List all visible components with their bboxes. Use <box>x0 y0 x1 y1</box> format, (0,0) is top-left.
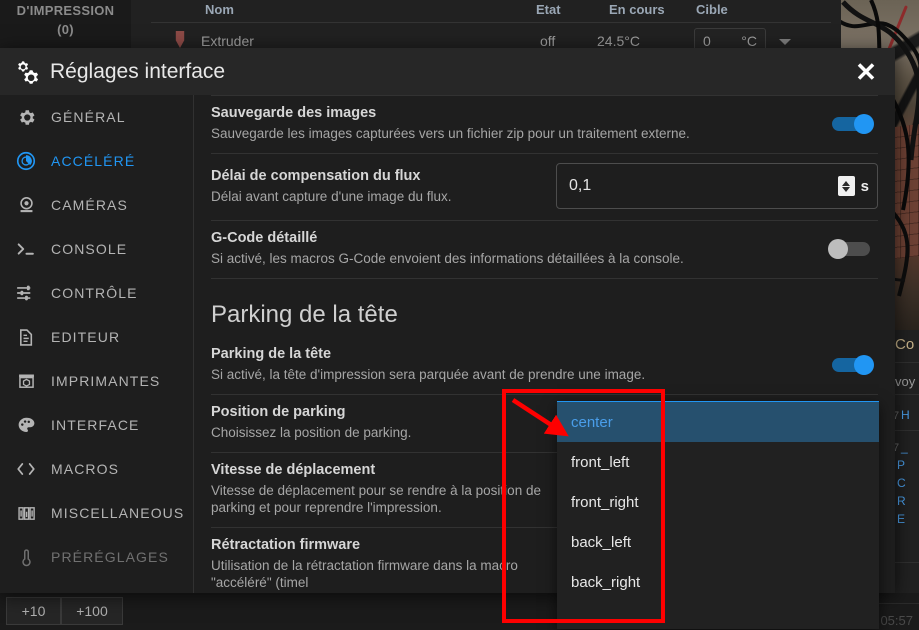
setting-desc: Si activé, les macros G-Code envoient de… <box>211 251 684 266</box>
dialog-header: Réglages interface ✕ <box>0 48 895 95</box>
screen: D'IMPRESSION (0) Nom Etat En cours Cible… <box>0 0 919 630</box>
console-header-fragment: Co <box>895 336 915 353</box>
close-icon[interactable]: ✕ <box>853 59 879 85</box>
table-header-cible: Cible <box>696 2 728 17</box>
sidebar-item-console[interactable]: CONSOLE <box>0 227 193 271</box>
table-cell-state: off <box>540 33 556 49</box>
sidebar-item-interface[interactable]: INTERFACE <box>0 403 193 447</box>
console-msg-4: C <box>897 476 906 490</box>
code-brackets-icon <box>14 457 38 481</box>
target-value: 0 <box>703 33 711 49</box>
section-title-parking: Parking de la tête <box>211 301 398 328</box>
sidebar-label-interface: INTERFACE <box>51 417 140 433</box>
setting-desc: Utilisation de la rétractation firmware … <box>211 558 518 590</box>
clock-label: 05:57 <box>880 613 913 628</box>
toggle-save-images[interactable] <box>828 113 878 134</box>
console-msg-1: H <box>901 408 910 422</box>
setting-desc: Vitesse de déplacement pour se rendre à … <box>211 483 541 515</box>
console-msg-6: E <box>897 512 906 526</box>
sidebar-item-general[interactable]: GÉNÉRAL <box>0 95 193 139</box>
file-edit-icon <box>14 325 38 349</box>
table-header-en-cours: En cours <box>609 2 665 17</box>
sidebar-item-editeur[interactable]: EDITEUR <box>0 315 193 359</box>
setting-desc: Sauvegarde les images capturées vers un … <box>211 126 690 141</box>
sidebar-label-controle: CONTRÔLE <box>51 285 138 301</box>
settings-sidebar: GÉNÉRAL ACCÉLÉRÉ CAMÉRAS CONSOLE CONTRÔL… <box>0 95 194 593</box>
dropdown-option-front-right[interactable]: front_right <box>557 482 879 522</box>
sidebar-label-console: CONSOLE <box>51 241 128 257</box>
table-cell-current: 24.5°C <box>597 33 640 49</box>
setting-title: Position de parking <box>211 404 346 420</box>
sidebar-item-macros[interactable]: MACROS <box>0 447 193 491</box>
toggle-park-head[interactable] <box>828 354 878 375</box>
left-title-line2: (0) <box>57 22 74 37</box>
sidebar-label-editeur: EDITEUR <box>51 329 121 345</box>
dropdown-option-center[interactable]: center <box>557 402 879 442</box>
dropdown-option-back-right[interactable]: back_right <box>557 562 879 602</box>
sidebar-label-miscellaneous: MISCELLANEOUS <box>51 505 185 521</box>
table-header-nom: Nom <box>205 2 234 17</box>
sliders-icon <box>14 281 38 305</box>
sidebar-item-controle[interactable]: CONTRÔLE <box>0 271 193 315</box>
setting-row-park-head: Parking de la tête Si activé, la tête d'… <box>211 337 878 394</box>
thermometer-icon <box>14 545 38 569</box>
gears-icon <box>18 60 39 84</box>
equalizer-icon <box>14 501 38 525</box>
setting-row-save-images: Sauvegarde des images Sauvegarde les ima… <box>211 96 878 153</box>
setting-title: Délai de compensation du flux <box>211 167 421 184</box>
table-cell-name: Extruder <box>201 33 254 49</box>
printer-icon <box>14 369 38 393</box>
extruder-icon <box>175 31 185 48</box>
setting-desc: Si activé, la tête d'impression sera par… <box>211 367 646 382</box>
sidebar-label-prereglages: PRÉRÉGLAGES <box>51 549 169 565</box>
setting-title: Vitesse de déplacement <box>211 462 376 478</box>
background-console-panel: Co voy 7 H 7 _ P C R E <box>893 330 919 630</box>
step-plus-100-button[interactable]: +100 <box>61 597 123 625</box>
sidebar-label-general: GÉNÉRAL <box>51 109 126 125</box>
setting-title: Rétractation firmware <box>211 537 361 553</box>
setting-desc: Choisissez la position de parking. <box>211 425 412 440</box>
console-msg-3: P <box>897 458 906 472</box>
timelapse-icon <box>14 149 38 173</box>
setting-desc: Délai avant capture d'une image du flux. <box>211 188 452 204</box>
sidebar-label-macros: MACROS <box>51 461 120 477</box>
target-unit: °C <box>741 33 757 49</box>
camera-icon <box>14 193 38 217</box>
sidebar-item-accelere[interactable]: ACCÉLÉRÉ <box>0 139 193 183</box>
table-divider <box>151 22 831 23</box>
stream-delay-input[interactable] <box>565 177 838 195</box>
stream-delay-field[interactable]: s <box>556 163 878 209</box>
palette-icon <box>14 413 38 437</box>
terminal-icon <box>14 237 38 261</box>
chevron-down-icon[interactable] <box>779 39 791 45</box>
park-position-dropdown[interactable]: center front_left front_right back_left … <box>557 401 879 629</box>
sidebar-item-miscellaneous[interactable]: MISCELLANEOUS <box>0 491 193 535</box>
toggle-verbose-gcode[interactable] <box>828 238 878 259</box>
stepper-icon[interactable] <box>837 176 855 196</box>
sidebar-label-imprimantes: IMPRIMANTES <box>51 373 161 389</box>
gear-icon <box>14 105 38 129</box>
dropdown-option-front-left[interactable]: front_left <box>557 442 879 482</box>
stream-delay-unit: s <box>860 177 869 195</box>
setting-row-verbose-gcode: G-Code détaillé Si activé, les macros G-… <box>211 221 878 278</box>
dropdown-option-back-left[interactable]: back_left <box>557 522 879 562</box>
sidebar-label-accelere: ACCÉLÉRÉ <box>51 153 136 169</box>
sidebar-item-prereglages[interactable]: PRÉRÉGLAGES <box>0 535 193 579</box>
background-left-panel-title: D'IMPRESSION (0) <box>0 0 131 39</box>
setting-title: Sauvegarde des images <box>211 105 377 121</box>
console-msg-5: R <box>897 494 906 508</box>
console-line-fragment: voy <box>895 374 916 389</box>
setting-title: G-Code détaillé <box>211 230 318 246</box>
setting-title: Parking de la tête <box>211 346 332 362</box>
sidebar-item-imprimantes[interactable]: IMPRIMANTES <box>0 359 193 403</box>
setting-row-stream-delay: Délai de compensation du flux Délai avan… <box>211 154 878 220</box>
dialog-title: Réglages interface <box>50 59 226 83</box>
sidebar-label-cameras: CAMÉRAS <box>51 197 128 213</box>
sidebar-item-cameras[interactable]: CAMÉRAS <box>0 183 193 227</box>
table-header-etat: Etat <box>536 2 561 17</box>
left-title-line1: D'IMPRESSION <box>16 3 115 18</box>
console-msg-2: _ <box>901 440 908 454</box>
step-plus-10-button[interactable]: +10 <box>6 597 61 625</box>
